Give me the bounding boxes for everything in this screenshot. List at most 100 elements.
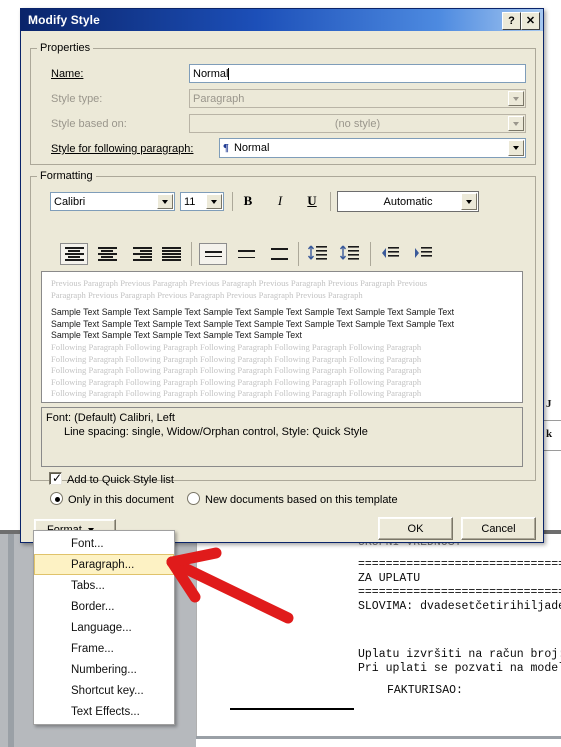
name-label: Name: xyxy=(51,68,84,80)
modify-style-dialog: Modify Style ? ✕ Properties Name: Normal… xyxy=(20,8,544,543)
document-text-line: Uplatu izvršiti na račun broj: 123- xyxy=(358,648,561,661)
document-text-line: ZA UPLATU xyxy=(358,572,421,585)
menu-item-label: Tabs... xyxy=(71,579,105,592)
preview-sample-line-1: Sample Text Sample Text Sample Text Samp… xyxy=(51,307,455,318)
menu-item-border[interactable]: Border... xyxy=(34,596,174,617)
menu-item-font[interactable]: Font... xyxy=(34,533,174,554)
cancel-button[interactable]: Cancel xyxy=(461,517,536,540)
new-documents-label: New documents based on this template xyxy=(205,494,398,506)
properties-group-label: Properties xyxy=(37,42,94,54)
preview-previous-line-1: Previous Paragraph Previous Paragraph Pr… xyxy=(51,278,428,288)
style-based-on-value: (no style) xyxy=(334,117,381,130)
close-icon[interactable]: ✕ xyxy=(521,12,540,30)
pilcrow-icon: ¶ xyxy=(223,142,229,154)
align-left-button[interactable] xyxy=(60,243,88,265)
style-type-select[interactable]: Paragraph xyxy=(189,89,526,108)
italic-button[interactable]: I xyxy=(269,191,291,211)
menu-item-shortcut-key[interactable]: Shortcut key... xyxy=(34,680,174,701)
menu-item-label: Font... xyxy=(71,537,104,550)
description-line-1: Font: (Default) Calibri, Left xyxy=(46,412,175,424)
menu-item-label: Numbering... xyxy=(71,663,137,676)
following-paragraph-label: Style for following paragraph: xyxy=(51,143,194,155)
font-color-select[interactable]: Automatic xyxy=(337,191,479,212)
preview-sample-line-2: Sample Text Sample Text Sample Text Samp… xyxy=(51,318,455,329)
chevron-down-icon[interactable] xyxy=(157,194,173,209)
menu-item-label: Border... xyxy=(71,600,115,613)
style-type-value: Paragraph xyxy=(193,92,245,105)
new-documents-radio[interactable] xyxy=(187,492,200,505)
menu-item-label: Paragraph... xyxy=(71,558,135,571)
style-type-label: Style type: xyxy=(51,93,103,105)
only-this-document-label: Only in this document xyxy=(68,494,174,506)
decrease-space-before-button[interactable] xyxy=(305,242,331,264)
style-based-on-select[interactable]: (no style) xyxy=(189,114,526,133)
font-size-value: 11 xyxy=(184,195,196,208)
preview-following-line-1: Following Paragraph Following Paragraph … xyxy=(51,341,422,352)
help-icon[interactable]: ? xyxy=(502,12,521,30)
toolbar-separator xyxy=(370,242,371,266)
line-spacing-single-button[interactable] xyxy=(199,243,227,265)
style-preview-pane: Previous Paragraph Previous Paragraph Pr… xyxy=(41,271,523,403)
preview-sample-line-3: Sample Text Sample Text Sample Text Samp… xyxy=(51,330,303,341)
add-to-quick-style-label: Add to Quick Style list xyxy=(67,474,174,486)
font-family-select[interactable]: Calibri xyxy=(50,192,175,211)
toolbar-separator xyxy=(298,242,299,266)
document-bottom-edge xyxy=(196,736,561,739)
line-spacing-double-button[interactable] xyxy=(265,243,293,265)
menu-item-paragraph[interactable]: Paragraph... xyxy=(34,554,174,575)
decrease-indent-button[interactable] xyxy=(377,242,403,264)
underline-button[interactable]: U xyxy=(301,191,323,211)
document-text-line: =================================== xyxy=(358,558,561,571)
style-name-input[interactable]: Normal xyxy=(189,64,526,83)
menu-item-tabs[interactable]: Tabs... xyxy=(34,575,174,596)
dialog-body: Properties Name: Normal Style type: Para… xyxy=(21,31,543,542)
line-spacing-1-5-button[interactable] xyxy=(232,243,260,265)
formatting-group-label: Formatting xyxy=(37,170,96,182)
preview-following-line-4: Following Paragraph Following Paragraph … xyxy=(51,376,422,387)
chevron-down-icon[interactable] xyxy=(508,140,524,156)
style-name-value: Normal xyxy=(193,67,229,80)
font-family-value: Calibri xyxy=(54,195,86,208)
menu-item-language[interactable]: Language... xyxy=(34,617,174,638)
cancel-button-label: Cancel xyxy=(481,522,516,535)
increase-indent-button[interactable] xyxy=(410,242,436,264)
chevron-down-icon[interactable] xyxy=(206,194,222,209)
menu-item-label: Shortcut key... xyxy=(71,684,144,697)
menu-item-text-effects[interactable]: Text Effects... xyxy=(34,701,174,722)
align-right-button[interactable] xyxy=(125,243,153,265)
chevron-down-icon[interactable] xyxy=(461,193,477,210)
toolbar-separator xyxy=(191,242,192,266)
signature-rule xyxy=(230,708,354,710)
style-description-box: Font: (Default) Calibri, Left Line spaci… xyxy=(41,407,523,467)
align-justify-button[interactable] xyxy=(157,243,185,265)
dialog-titlebar[interactable]: Modify Style ? ✕ xyxy=(21,9,543,31)
text-cursor xyxy=(228,67,230,80)
chevron-down-icon[interactable] xyxy=(508,116,524,131)
preview-previous-line-2: Paragraph Previous Paragraph Previous Pa… xyxy=(51,289,363,300)
document-text-line: =================================== xyxy=(358,586,561,599)
add-to-quick-style-text: Add to Quick Style list xyxy=(67,474,174,486)
ok-button[interactable]: OK xyxy=(378,517,453,540)
menu-item-label: Language... xyxy=(71,621,132,634)
font-color-value: Automatic xyxy=(383,195,433,208)
format-dropdown-menu: Font... Paragraph... Tabs... Border... Langu… xyxy=(33,530,175,725)
radio-dot xyxy=(54,496,60,502)
menu-item-numbering[interactable]: Numbering... xyxy=(34,659,174,680)
menu-item-frame[interactable]: Frame... xyxy=(34,638,174,659)
edge-row-2-text: k xyxy=(546,428,553,440)
following-paragraph-select[interactable]: ¶ Normal xyxy=(219,138,526,158)
space-before-icon xyxy=(307,245,327,260)
document-text-line: SLOVIMA: dvadesetčetirihiljade dinara xyxy=(358,600,561,613)
bold-button[interactable]: B xyxy=(237,191,259,211)
font-size-select[interactable]: 11 xyxy=(180,192,224,211)
preview-following-line-5: Following Paragraph Following Paragraph … xyxy=(51,388,422,399)
align-center-button[interactable] xyxy=(93,243,121,265)
chevron-down-icon[interactable] xyxy=(508,91,524,106)
only-this-document-radio[interactable] xyxy=(50,492,63,505)
increase-space-before-button[interactable] xyxy=(337,242,363,264)
ok-button-label: OK xyxy=(407,522,424,535)
add-to-quick-style-checkbox[interactable]: ✓ xyxy=(49,472,62,485)
description-line-2: Line spacing: single, Widow/Orphan contr… xyxy=(64,426,368,438)
menu-item-label: Frame... xyxy=(71,642,114,655)
decrease-indent-icon xyxy=(382,247,399,258)
